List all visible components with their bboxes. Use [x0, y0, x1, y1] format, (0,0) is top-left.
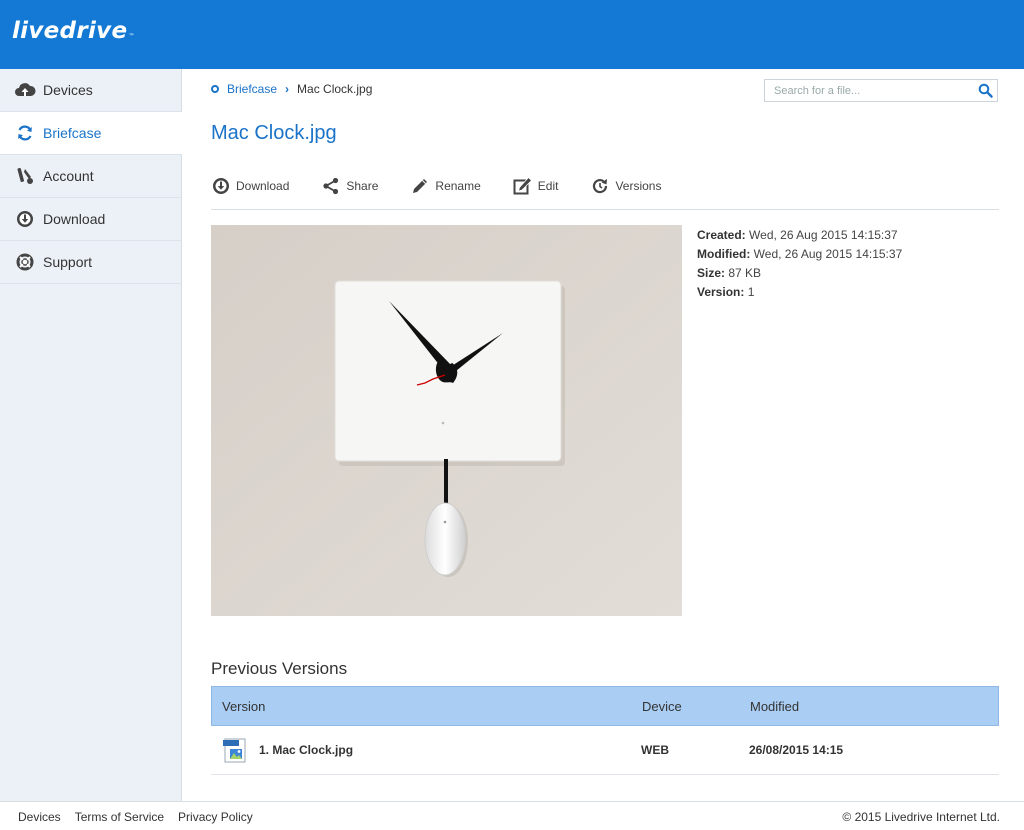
previous-versions-title: Previous Versions — [211, 659, 348, 678]
meta-version: Version: 1 — [697, 283, 902, 302]
breadcrumb-current: Mac Clock.jpg — [297, 82, 373, 96]
sidebar-item-download[interactable]: Download — [0, 198, 181, 241]
sidebar-item-label: Support — [43, 254, 93, 270]
tools-icon — [14, 165, 36, 187]
download-circle-icon — [211, 176, 231, 196]
versions-button[interactable]: Versions — [590, 175, 661, 197]
logo-text: livedrive — [12, 18, 128, 44]
meta-created-value: Wed, 26 Aug 2015 14:15:37 — [749, 228, 898, 242]
device-cell: WEB — [641, 743, 669, 757]
footer-link-terms[interactable]: Terms of Service — [75, 810, 164, 824]
search-box — [764, 79, 998, 102]
page-title: Mac Clock.jpg — [211, 122, 337, 144]
meta-modified-label: Modified: — [697, 247, 751, 261]
edit-button[interactable]: Edit — [513, 175, 559, 197]
download-label: Download — [236, 179, 290, 193]
versions-label: Versions — [615, 179, 662, 193]
versions-table: Version Device Modified 1. Mac Clock.jpg… — [211, 686, 999, 775]
search-input[interactable] — [765, 80, 965, 101]
footer-links: Devices Terms of Service Privacy Policy — [18, 810, 267, 824]
meta-size: Size: 87 KB — [697, 264, 902, 283]
rename-button[interactable]: Rename — [410, 175, 481, 197]
version-name[interactable]: 1. Mac Clock.jpg — [259, 743, 353, 757]
logo-tm: ™ — [128, 33, 135, 40]
share-button[interactable]: Share — [321, 175, 378, 197]
share-label: Share — [346, 179, 379, 193]
mac-clock-photo — [211, 225, 682, 616]
sidebar-item-label: Devices — [43, 82, 93, 98]
meta-version-label: Version: — [697, 285, 745, 299]
breadcrumb: Briefcase › Mac Clock.jpg — [211, 82, 372, 96]
cloud-upload-icon — [14, 79, 36, 101]
versions-history-icon — [590, 176, 610, 196]
meta-modified: Modified: Wed, 26 Aug 2015 14:15:37 — [697, 245, 902, 264]
edit-label: Edit — [537, 179, 559, 193]
sidebar-item-label: Briefcase — [43, 125, 102, 141]
meta-size-label: Size: — [697, 266, 726, 280]
edit-icon — [513, 176, 533, 196]
table-row[interactable]: 1. Mac Clock.jpg WEB 26/08/2015 14:15 — [211, 726, 999, 775]
sidebar-item-label: Download — [43, 211, 106, 227]
meta-modified-value: Wed, 26 Aug 2015 14:15:37 — [753, 247, 903, 261]
meta-created: Created: Wed, 26 Aug 2015 14:15:37 — [697, 226, 902, 245]
sidebar-item-label: Account — [43, 168, 94, 184]
download-button[interactable]: Download — [211, 175, 289, 197]
livedrive-logo[interactable]: livedrive™ — [12, 18, 135, 44]
meta-version-value: 1 — [747, 285, 755, 299]
breadcrumb-briefcase-link[interactable]: Briefcase — [227, 82, 277, 96]
rename-label: Rename — [435, 179, 481, 193]
column-header-modified: Modified — [750, 698, 800, 714]
copyright: © 2015 Livedrive Internet Ltd. — [842, 810, 1000, 824]
sync-icon — [14, 122, 36, 144]
search-icon[interactable] — [978, 83, 993, 103]
meta-size-value: 87 KB — [728, 266, 762, 280]
sidebar-item-devices[interactable]: Devices — [0, 69, 181, 112]
pencil-icon — [410, 176, 430, 196]
sidebar: Devices Briefcase Account Download Suppo… — [0, 69, 182, 801]
sidebar-item-support[interactable]: Support — [0, 241, 181, 284]
modified-cell: 26/08/2015 14:15 — [749, 743, 844, 757]
main-content: Briefcase › Mac Clock.jpg Mac Clock.jpg … — [182, 69, 1024, 801]
sidebar-item-briefcase[interactable]: Briefcase — [0, 112, 182, 155]
share-icon — [321, 176, 341, 196]
footer-link-privacy[interactable]: Privacy Policy — [178, 810, 253, 824]
download-circle-icon — [14, 208, 36, 230]
table-header: Version Device Modified — [211, 686, 999, 726]
top-header: livedrive™ — [0, 0, 1024, 69]
lifebuoy-icon — [14, 251, 36, 273]
chevron-right-icon: › — [285, 82, 290, 96]
image-preview — [211, 225, 682, 616]
column-header-version: Version — [222, 698, 266, 714]
version-cell: 1. Mac Clock.jpg — [211, 736, 641, 764]
column-header-device: Device — [642, 698, 682, 714]
image-file-icon — [221, 736, 249, 764]
footer: Devices Terms of Service Privacy Policy … — [0, 801, 1024, 830]
file-metadata: Created: Wed, 26 Aug 2015 14:15:37 Modif… — [697, 226, 902, 302]
sidebar-item-account[interactable]: Account — [0, 155, 181, 198]
breadcrumb-dot-icon — [211, 85, 219, 93]
footer-link-devices[interactable]: Devices — [18, 810, 61, 824]
meta-created-label: Created: — [697, 228, 746, 242]
file-toolbar: Download Share Rename Edit Versions — [211, 175, 999, 210]
